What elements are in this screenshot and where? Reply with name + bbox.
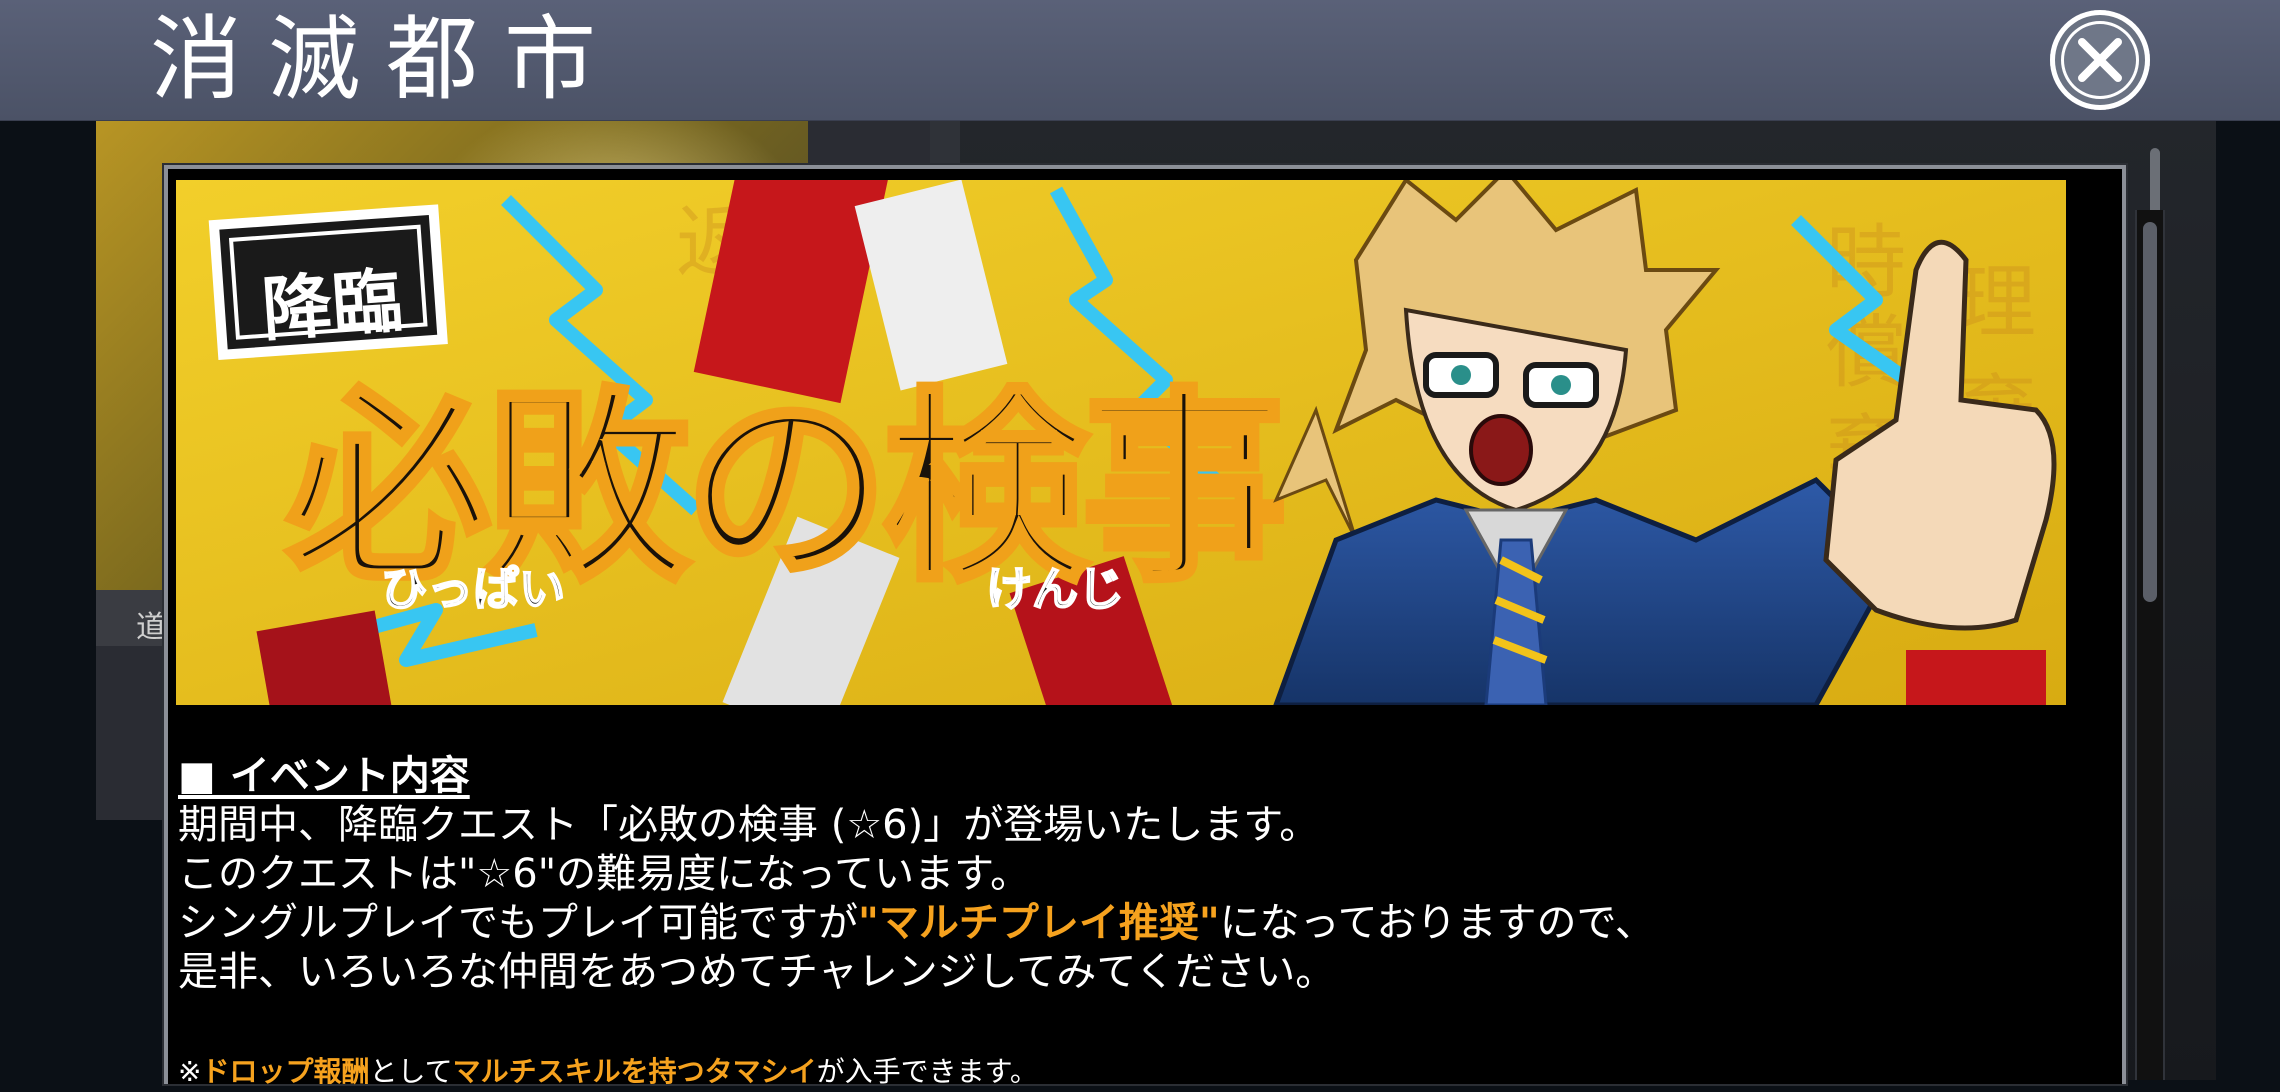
note-highlight-drop: ドロップ報酬 xyxy=(201,1055,370,1088)
dialog-scrollbar-thumb[interactable] xyxy=(2143,222,2157,602)
event-line-3-pre: シングルプレイでもプレイ可能ですが xyxy=(178,900,858,946)
event-line-3: シングルプレイでもプレイ可能ですが"マルチプレイ推奨"になっておりますので、 xyxy=(178,899,2058,948)
event-line-2: このクエストは"☆6"の難易度になっています。 xyxy=(178,851,1031,897)
event-line-3-post: になっておりますので、 xyxy=(1219,900,1655,946)
close-icon xyxy=(2078,38,2122,82)
multiplay-recommend-highlight: "マルチプレイ推奨" xyxy=(858,900,1220,946)
event-heading: ■ イベント内容 xyxy=(178,753,470,799)
app-title: 消滅都市 xyxy=(150,6,623,113)
background-strip-label: 道 xyxy=(136,610,166,645)
note-post: が入手できます。 xyxy=(816,1055,1038,1088)
close-button[interactable] xyxy=(2050,10,2150,110)
dialog-scrollbar[interactable] xyxy=(2135,210,2165,1080)
header-bar: 消滅都市 xyxy=(0,0,2280,121)
event-description: ■ イベント内容 期間中、降臨クエスト「必敗の検事 (☆6)」が登場いたします。… xyxy=(178,752,2058,997)
event-line-1: 期間中、降臨クエスト「必敗の検事 (☆6)」が登場いたします。 xyxy=(178,802,1320,848)
drop-reward-note: ※ドロップ報酬としてマルチスキルを持つタマシイが入手できます。 xyxy=(178,1052,1038,1092)
note-prefix: ※ xyxy=(178,1055,202,1088)
event-banner-image: 時償棄 理棄 返 降臨 必敗の検事 ひっぱい けんじ xyxy=(176,180,2066,705)
banner-furigana-left: ひっぱい xyxy=(381,562,565,616)
note-mid: として xyxy=(369,1055,453,1088)
note-highlight-multiskill: マルチスキルを持つタマシイ xyxy=(452,1055,817,1088)
event-line-4: 是非、いろいろな仲間をあつめてチャレンジしてみてください。 xyxy=(178,949,1336,995)
banner-tag-text: 降臨 xyxy=(259,259,404,352)
banner-furigana-right: けんじ xyxy=(986,562,1124,616)
